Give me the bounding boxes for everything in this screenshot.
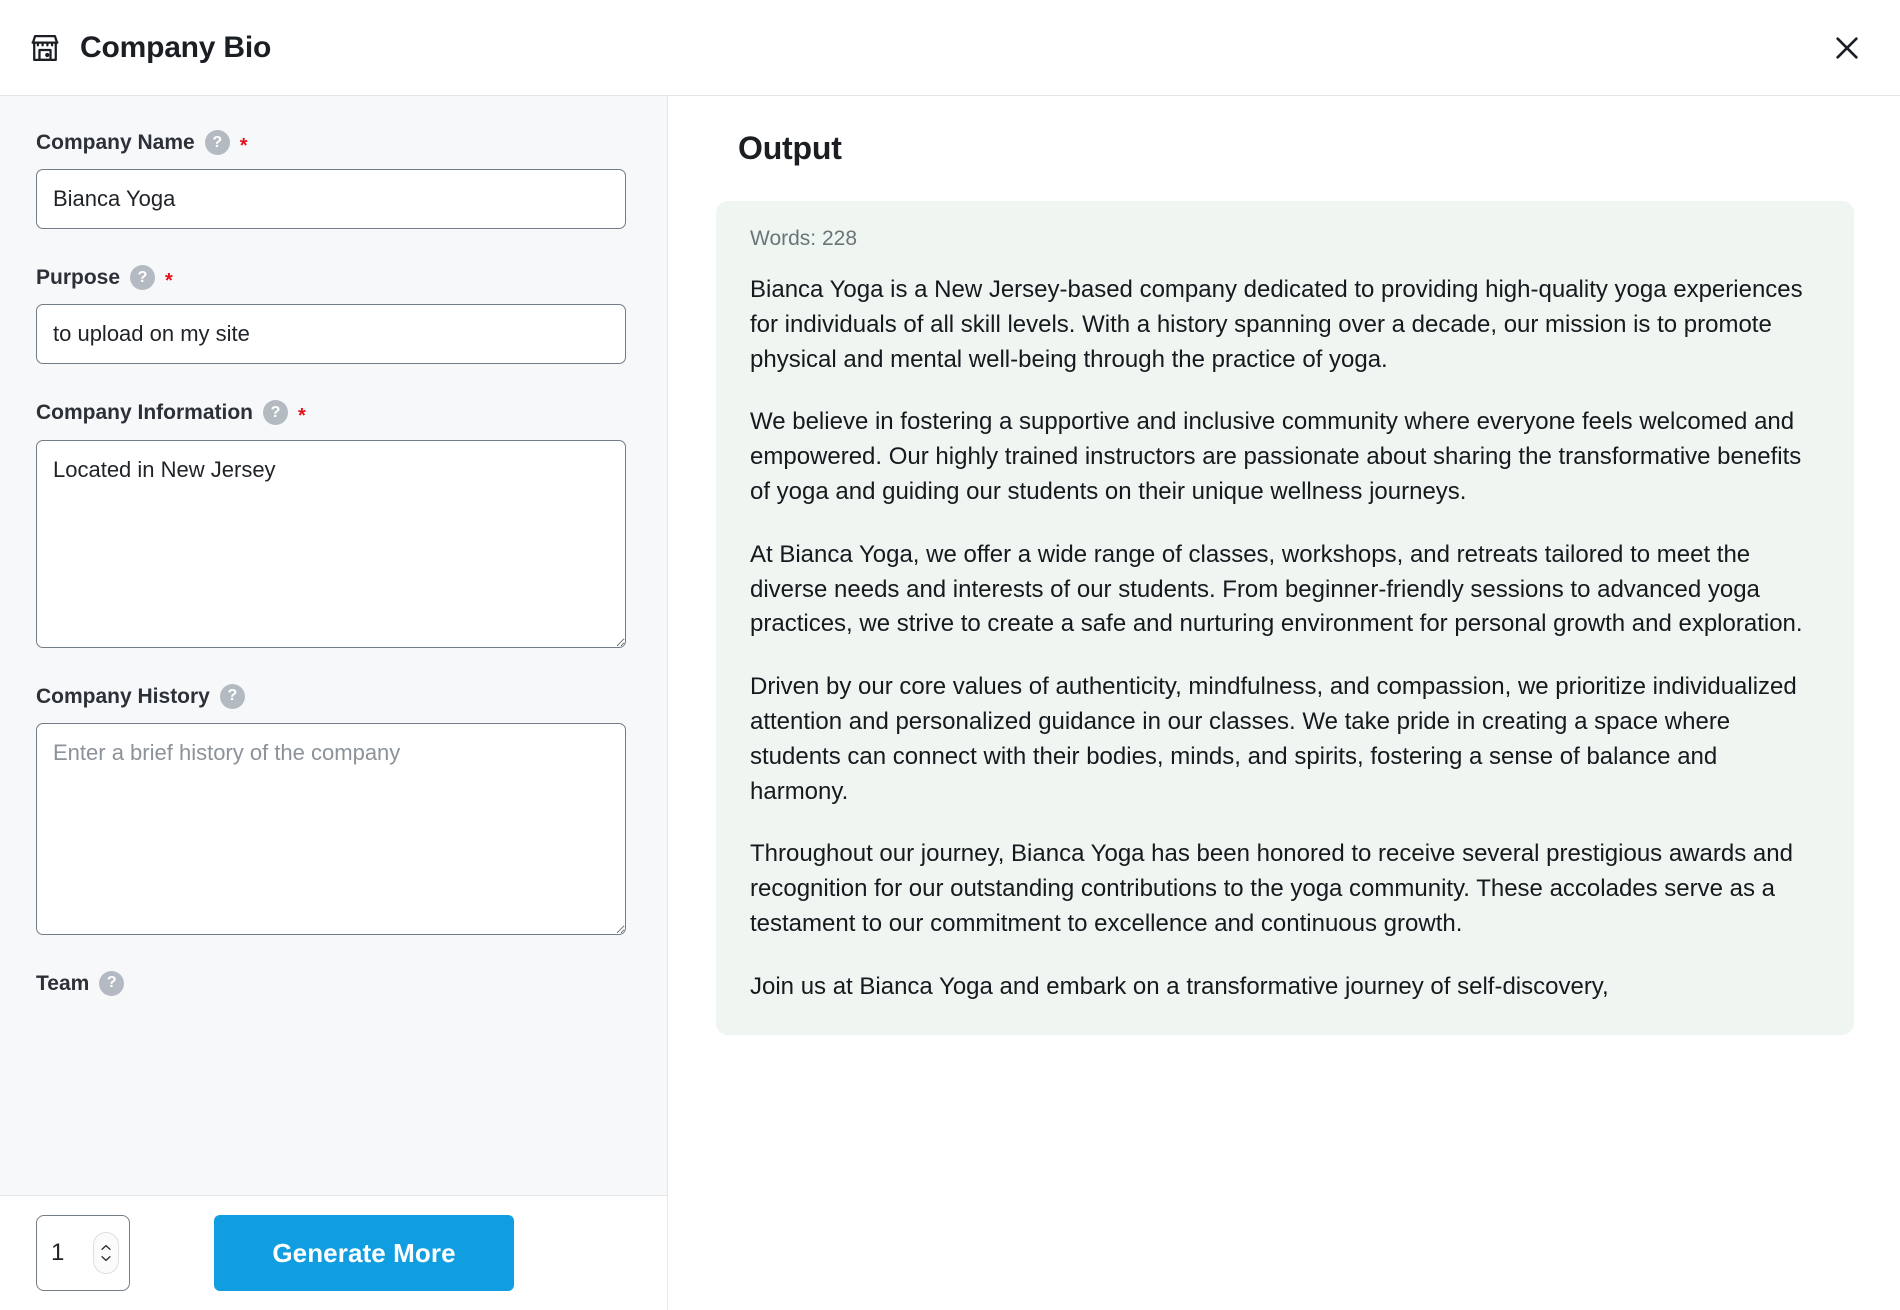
word-count: Words: 228 <box>750 227 857 250</box>
output-card: Words: 228 Bianca Yoga is a New Jersey-b… <box>716 201 1854 1035</box>
field-company-information: Company Information ? * Located in New J… <box>36 400 631 648</box>
header-left-group: Company Bio <box>28 31 271 65</box>
output-panel: Output Words: 228 Bianca Yoga is a New J… <box>668 96 1900 1310</box>
field-label-row: Company History ? <box>36 683 631 709</box>
output-paragraph: Driven by our core values of authenticit… <box>750 673 1797 805</box>
modal-body: Company Name ? * Purpose ? * <box>0 96 1900 1310</box>
label-purpose: Purpose <box>36 266 121 290</box>
generate-more-button[interactable]: Generate More <box>214 1215 514 1291</box>
field-team: Team ? <box>36 970 631 996</box>
stepper-spinner[interactable] <box>93 1232 119 1274</box>
form-panel: Company Name ? * Purpose ? * <box>0 96 668 1310</box>
output-paragraph: Bianca Yoga is a New Jersey-based compan… <box>750 276 1803 373</box>
modal-header: Company Bio <box>0 0 1900 96</box>
output-title: Output <box>738 130 842 166</box>
label-company-name: Company Name <box>36 131 195 154</box>
chevron-up-icon <box>101 1244 111 1250</box>
quantity-stepper[interactable]: 1 <box>36 1215 130 1291</box>
output-paragraph: Join us at Bianca Yoga and embark on a t… <box>750 972 1609 1000</box>
help-icon[interactable]: ? <box>263 400 289 426</box>
required-asterisk: * <box>298 404 306 427</box>
field-label-row: Company Information ? * <box>36 400 631 427</box>
close-icon[interactable] <box>1824 25 1870 71</box>
form-footer: 1 Generate More <box>0 1195 667 1310</box>
form-scroll-area[interactable]: Company Name ? * Purpose ? * <box>0 96 667 1310</box>
company-information-textarea[interactable]: Located in New Jersey <box>36 439 626 648</box>
chevron-down-icon <box>101 1256 111 1262</box>
output-paragraph: We believe in fostering a supportive and… <box>750 408 1802 505</box>
label-company-information: Company Information <box>36 401 254 425</box>
required-asterisk: * <box>239 134 248 157</box>
field-company-history: Company History ? <box>36 683 631 935</box>
storefront-icon <box>28 31 62 65</box>
label-team: Team <box>36 971 90 995</box>
company-bio-modal: Company Bio Company Name ? * Bianca Yoga… <box>0 0 1900 1310</box>
required-asterisk: * <box>165 269 173 292</box>
help-icon[interactable]: ? <box>219 683 245 709</box>
purpose-input[interactable] <box>36 304 626 365</box>
label-company-history: Company History <box>36 684 210 708</box>
help-icon[interactable]: ? <box>130 265 156 291</box>
output-paragraph: At Bianca Yoga, we offer a wide range of… <box>750 540 1803 638</box>
company-history-textarea[interactable] <box>36 722 626 935</box>
help-icon[interactable]: ? <box>204 130 230 156</box>
field-label-row: Purpose ? * <box>36 265 631 292</box>
field-label-row: Company Name ? * <box>36 130 631 157</box>
output-paragraph: Throughout our journey, Bianca Yoga has … <box>750 840 1793 937</box>
page-title: Company Bio <box>80 30 272 64</box>
company-name-input[interactable] <box>36 169 626 230</box>
field-label-row: Team ? <box>36 970 631 996</box>
field-company-name: Company Name ? * <box>36 130 631 230</box>
stepper-value: 1 <box>51 1239 65 1266</box>
help-icon[interactable]: ? <box>99 970 125 996</box>
field-purpose: Purpose ? * <box>36 265 631 365</box>
